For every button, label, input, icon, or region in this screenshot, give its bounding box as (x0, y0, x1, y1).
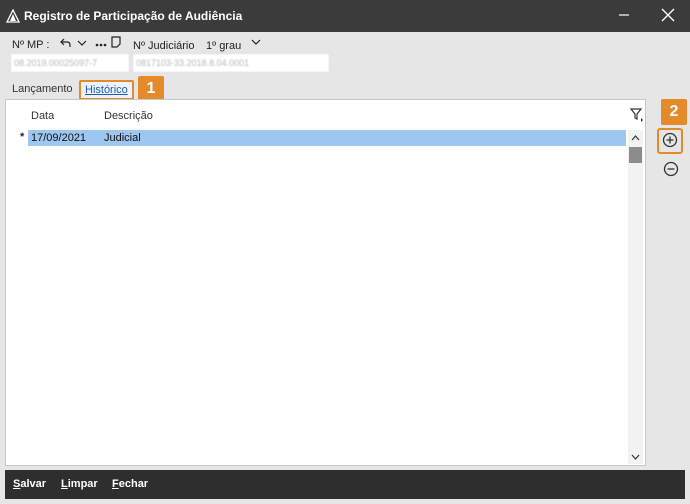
new-row-marker: * (20, 131, 25, 143)
historico-grid: Data Descrição * 17/09/2021 Judicial (5, 99, 646, 466)
tab-lancamento[interactable]: Lançamento (12, 83, 73, 95)
close-form-button-mnemonic: F (112, 478, 119, 490)
mp-dropdown-button[interactable] (76, 38, 88, 50)
table-row[interactable]: * 17/09/2021 Judicial (6, 130, 626, 146)
mp-number-field[interactable]: 08.2019.00025097-7 (10, 53, 130, 73)
close-form-button-label: echar (118, 478, 149, 490)
minimize-button[interactable] (611, 4, 637, 28)
tab-historico[interactable]: Histórico (79, 80, 134, 100)
save-button-label: alvar (20, 478, 47, 490)
footer-bar: Salvar Limpar Fechar (5, 470, 685, 499)
cell-data[interactable]: 17/09/2021 (31, 132, 86, 144)
scroll-up-button[interactable] (628, 130, 643, 145)
grau-dropdown-button[interactable] (250, 37, 262, 49)
clear-button-label: impar (67, 478, 98, 490)
clear-button[interactable]: Limpar (61, 478, 98, 490)
remove-record-button[interactable] (658, 157, 684, 183)
window-title: Registro de Participação de Audiência (24, 9, 243, 23)
scroll-thumb[interactable] (629, 147, 642, 163)
filter-icon[interactable] (629, 108, 644, 122)
ellipsis-icon (95, 38, 107, 50)
minimize-icon (618, 9, 630, 24)
close-icon (661, 8, 675, 25)
judiciario-number-field[interactable]: 0817103-33.2018.8.04.0001 (132, 53, 330, 73)
vertical-scrollbar[interactable] (628, 130, 643, 464)
chevron-down-icon (77, 38, 87, 50)
chevron-down-icon (631, 451, 640, 463)
tab-strip: Lançamento Histórico (0, 80, 690, 100)
document-icon (111, 35, 121, 51)
undo-arrow-icon (59, 38, 71, 51)
chevron-up-icon (631, 132, 640, 144)
column-header-data[interactable]: Data (31, 110, 54, 122)
plus-circle-icon (662, 132, 678, 151)
mp-label: Nº MP : (12, 39, 50, 51)
save-button[interactable]: Salvar (13, 478, 46, 490)
scroll-down-button[interactable] (628, 449, 643, 464)
title-bar: Registro de Participação de Audiência (0, 0, 690, 32)
column-header-descricao[interactable]: Descrição (104, 110, 153, 122)
minus-circle-icon (663, 161, 679, 180)
add-record-button[interactable] (657, 128, 683, 154)
close-button[interactable] (655, 4, 681, 28)
open-document-button[interactable] (110, 35, 122, 51)
grid-header: Data Descrição (6, 100, 645, 128)
app-logo-icon (5, 8, 21, 23)
step-callout-2: 2 (661, 99, 687, 125)
clear-button-mnemonic: L (61, 478, 68, 490)
close-form-button[interactable]: Fechar (112, 478, 148, 490)
more-options-button[interactable] (95, 38, 107, 50)
judiciario-label: Nº Judiciário (133, 40, 195, 52)
cell-descricao[interactable]: Judicial (104, 132, 141, 144)
undo-button[interactable] (59, 38, 71, 50)
grau-label: 1º grau (206, 40, 242, 52)
chevron-down-icon (251, 37, 261, 49)
selected-row-cells[interactable]: 17/09/2021 Judicial (28, 130, 626, 146)
